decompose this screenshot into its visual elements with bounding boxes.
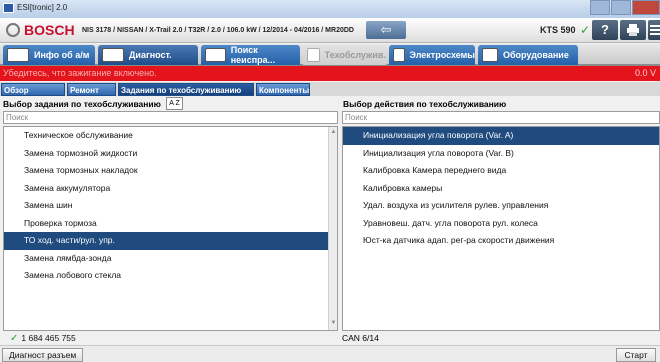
part-number-status: ✓ 1 684 465 755 (10, 333, 76, 344)
subtab-repair[interactable]: Ремонт (67, 83, 116, 96)
search-fault-icon (205, 48, 226, 62)
maintenance-action-list[interactable]: Инициализация угла поворота (Var. A) Ини… (342, 126, 660, 331)
wrench-icon (307, 48, 320, 62)
sort-az-button[interactable]: A Z (166, 97, 183, 110)
left-search-input[interactable]: Поиск (3, 111, 338, 124)
help-button[interactable]: ? (592, 20, 618, 40)
book-icon (482, 48, 498, 62)
minimize-button[interactable] (590, 0, 610, 15)
list-item[interactable]: Юст-ка датчика адап. рег-ра скорости дви… (343, 232, 659, 250)
can-status: CAN 6/14 (342, 333, 379, 343)
alert-text: Убедитесь, что зажигание включено. (3, 68, 157, 78)
list-item[interactable]: Калибровка Камера переднего вида (343, 162, 659, 180)
maximize-button[interactable] (611, 0, 631, 15)
main-nav: Инфо об а/м Диагност. Поиск неиспра... Т… (0, 44, 660, 66)
list-item[interactable]: Уравновеш. датч. угла поворота рул. коле… (343, 215, 659, 233)
list-item[interactable]: Удал. воздуха из усилителя рулев. управл… (343, 197, 659, 215)
device-name: KTS 590 (540, 25, 576, 35)
sub-tabs: Обзор системы Ремонт Задания по техобслу… (0, 82, 660, 108)
window-titlebar: ESI[tronic] 2.0 (0, 0, 660, 18)
printer-icon (627, 24, 639, 36)
diagnostic-connector-button[interactable]: Диагност разъем (2, 348, 84, 362)
list-item-selected[interactable]: ТО ход. части/рул. упр. (4, 232, 337, 250)
start-button[interactable]: Старт (616, 348, 656, 362)
tab-vehicle-info[interactable]: Инфо об а/м (3, 45, 95, 65)
right-search-input[interactable]: Поиск (342, 111, 660, 124)
subtab-system-overview[interactable]: Обзор системы (1, 83, 65, 108)
app-icon (3, 3, 14, 13)
scroll-up-icon[interactable]: ▲ (330, 129, 337, 137)
ignition-alert: Убедитесь, что зажигание включено. 0.0 V (0, 66, 660, 81)
subtab-maintenance-tasks[interactable]: Задания по техобслуживанию (118, 83, 254, 96)
list-item[interactable]: Замена тормозной жидкости (4, 145, 337, 163)
vehicle-info: NIS 3178 / NISSAN / X-Trail 2.0 / T32R /… (82, 27, 354, 34)
menu-button[interactable] (648, 20, 660, 40)
part-number: 1 684 465 755 (21, 333, 76, 343)
list-item[interactable]: Проверка тормоза (4, 215, 337, 233)
maintenance-task-list[interactable]: Техническое обслуживание Замена тормозно… (3, 126, 338, 331)
bosch-logo-icon (6, 23, 20, 37)
tab-wiring-diagrams[interactable]: Электросхемы (389, 45, 475, 65)
car-icon (7, 48, 29, 62)
diagnosis-icon (102, 48, 124, 62)
list-item[interactable]: Замена аккумулятора (4, 180, 337, 198)
tab-troubleshooting[interactable]: Поиск неиспра... (201, 45, 300, 65)
app-header: BOSCH NIS 3178 / NISSAN / X-Trail 2.0 / … (0, 18, 660, 43)
brand-name: BOSCH (24, 22, 75, 38)
bottom-bar: Диагност разъем Старт (0, 345, 660, 362)
tab-equipment[interactable]: Оборудование (478, 45, 578, 65)
list-item[interactable]: Калибровка камеры (343, 180, 659, 198)
left-panel-title: Выбор задания по техобслуживанию (3, 99, 161, 109)
tab-diagnosis[interactable]: Диагност. (98, 45, 198, 65)
window-title: ESI[tronic] 2.0 (17, 3, 68, 12)
left-list-scrollbar[interactable]: ▲ ▼ (328, 127, 337, 330)
wiring-icon (393, 48, 405, 62)
scroll-down-icon[interactable]: ▼ (330, 320, 337, 328)
list-item[interactable]: Замена лямбда-зонда (4, 250, 337, 268)
check-icon: ✓ (10, 333, 19, 344)
list-item[interactable]: Инициализация угла поворота (Var. B) (343, 145, 659, 163)
print-button[interactable] (620, 20, 646, 40)
subtab-components[interactable]: Компоненты (256, 83, 310, 96)
list-item[interactable]: Замена тормозных накладок (4, 162, 337, 180)
battery-voltage: 0.0 V (634, 68, 656, 78)
list-item-selected[interactable]: Инициализация угла поворота (Var. A) (343, 127, 659, 145)
list-item[interactable]: Техническое обслуживание (4, 127, 337, 145)
list-item[interactable]: Замена шин (4, 197, 337, 215)
right-panel-title: Выбор действия по техобслуживанию (343, 99, 507, 109)
device-connected-icon: ✓ (580, 23, 591, 37)
list-item[interactable]: Замена лобового стекла (4, 267, 337, 285)
close-button[interactable] (632, 0, 660, 15)
back-button[interactable]: ⇦ (366, 21, 406, 39)
tab-maintenance[interactable]: Техобслужив. (303, 45, 386, 65)
menu-icon (650, 25, 660, 35)
